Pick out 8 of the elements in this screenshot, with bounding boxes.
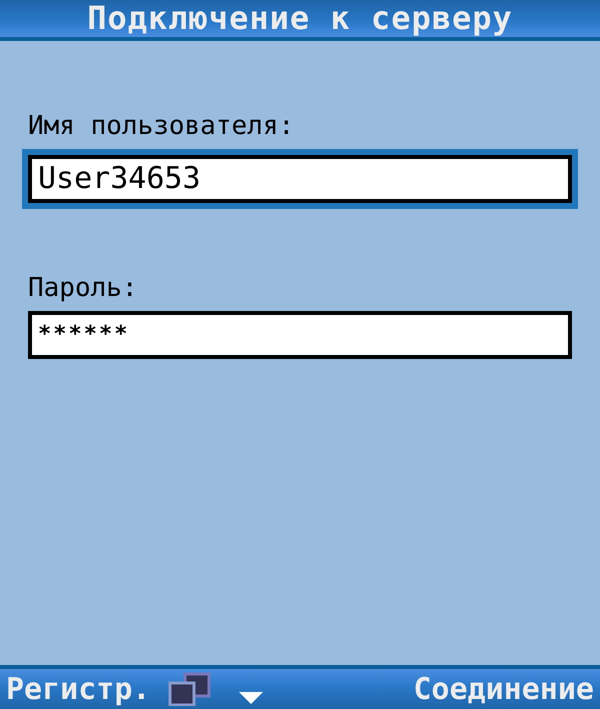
windows-icon bbox=[166, 672, 212, 706]
connect-softkey[interactable]: Соединение bbox=[413, 672, 594, 706]
password-field[interactable]: ****** bbox=[28, 311, 572, 359]
field-label: Имя пользователя: bbox=[28, 111, 296, 141]
register-softkey[interactable]: Регистр. bbox=[6, 672, 150, 706]
down-arrow-icon bbox=[238, 692, 262, 706]
screen-title: Подключение к серверу bbox=[0, 0, 600, 41]
field-label: Пароль: bbox=[28, 273, 139, 303]
